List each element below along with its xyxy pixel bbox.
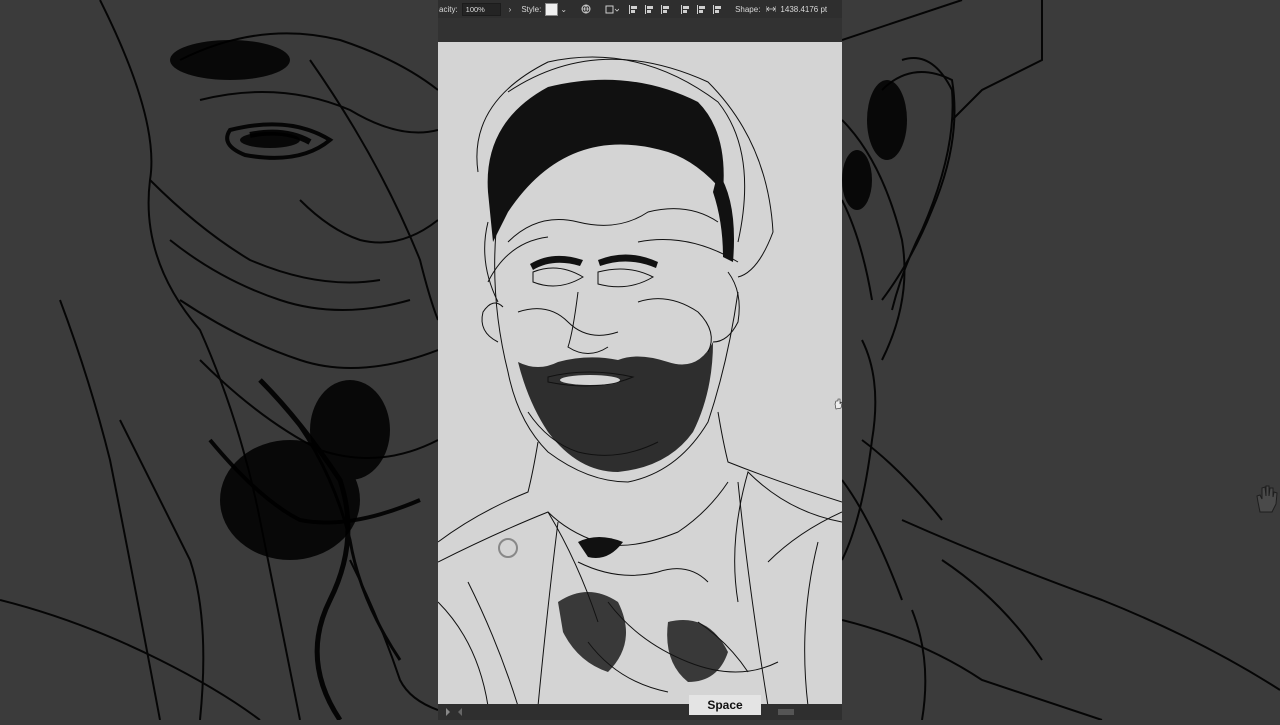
globe-icon[interactable] xyxy=(581,4,591,14)
opacity-label: acity: xyxy=(439,4,458,14)
chevron-down-icon[interactable]: ⌄ xyxy=(560,5,567,14)
left-blurred-background xyxy=(0,0,438,720)
align-right-icon[interactable] xyxy=(661,4,671,14)
style-label: Style: xyxy=(521,4,542,14)
transform-icon[interactable] xyxy=(605,4,620,14)
tab-bar-area xyxy=(438,18,842,42)
opacity-input[interactable]: 100% xyxy=(461,2,501,16)
editor-window: acity: 100% › Style: ⌄ Shape: 1438.4176 … xyxy=(438,0,842,720)
chevron-right-icon[interactable]: › xyxy=(509,5,512,14)
keystroke-overlay: Space xyxy=(689,695,761,715)
control-bar: acity: 100% › Style: ⌄ Shape: 1438.4176 … xyxy=(438,0,842,18)
width-arrows-icon xyxy=(766,4,777,14)
right-blurred-background xyxy=(842,0,1280,720)
hand-cursor-icon xyxy=(1256,485,1278,513)
width-value[interactable]: 1438.4176 pt xyxy=(780,5,827,14)
zoomed-portrait-right xyxy=(842,0,1280,720)
line-art-portrait xyxy=(438,56,842,706)
hand-cursor-small-icon xyxy=(834,398,843,410)
shape-label: Shape: xyxy=(735,4,761,14)
align-left-icon[interactable] xyxy=(629,4,639,14)
align-middle-icon[interactable] xyxy=(697,4,707,14)
zoomed-portrait-left xyxy=(0,0,438,720)
align-center-icon[interactable] xyxy=(645,4,655,14)
status-bar xyxy=(438,704,842,720)
scroll-arrows xyxy=(446,708,794,716)
artboard-canvas[interactable] xyxy=(438,42,842,706)
align-bottom-icon[interactable] xyxy=(713,4,723,14)
align-top-icon[interactable] xyxy=(681,4,691,14)
style-swatch[interactable] xyxy=(545,2,559,16)
